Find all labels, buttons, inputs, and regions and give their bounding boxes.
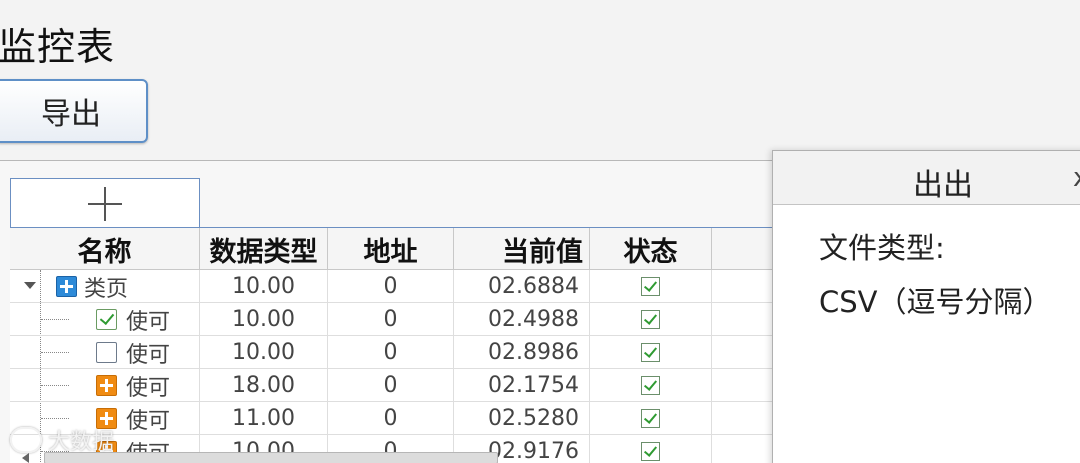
status-check-icon[interactable] [641,409,660,428]
row-address: 0 [328,402,454,435]
table-row[interactable]: 使可 10.00 0 02.4988 0 [10,303,790,336]
tree-branch [41,352,69,353]
folder-plus-icon [56,276,77,297]
tree-branch [41,418,69,419]
export-dialog: 出出 x 文件类型: CSV（逗号分隔） [772,150,1080,463]
check-icon [96,309,117,330]
dialog-title: 出出 [913,168,973,203]
file-type-select[interactable]: CSV（逗号分隔） [819,279,1052,321]
status-check-icon[interactable] [641,442,660,461]
collapse-arrow-icon[interactable] [24,282,36,289]
watermark-text: 大数据 [48,430,115,455]
add-tab-button[interactable] [10,178,200,228]
tree-branch [41,385,69,386]
data-grid: 名称 数据类型 地址 当前值 状态 类页 10.00 0 02.6884 0 使… [10,227,790,463]
watermark-logo-icon [10,427,42,453]
row-name: 使可 [126,408,171,434]
status-check-icon[interactable] [641,343,660,362]
column-header-type[interactable]: 数据类型 [200,228,328,270]
row-value: 02.4988 [454,303,590,336]
empty-box-icon [96,342,117,363]
column-header-address[interactable]: 地址 [328,228,454,270]
row-value: 02.1754 [454,369,590,402]
table-row[interactable]: 使可 18.00 0 02.1754 0 [10,369,790,402]
row-address: 0 [328,303,454,336]
column-header-status[interactable]: 状态 [590,228,712,270]
grid-header: 名称 数据类型 地址 当前值 状态 [10,228,790,270]
status-check-icon[interactable] [641,376,660,395]
file-type-label: 文件类型: [819,231,945,265]
row-value: 02.6884 [454,270,590,303]
row-value: 02.8986 [454,336,590,369]
watermark: 大数据 [10,424,114,456]
table-row[interactable]: 类页 10.00 0 02.6884 0 [10,270,790,303]
row-name: 使可 [126,342,171,368]
row-type: 11.00 [200,402,328,435]
tree-branch [41,319,69,320]
row-type: 10.00 [200,303,328,336]
row-name: 类页 [84,276,129,302]
column-header-value[interactable]: 当前值 [454,228,590,270]
close-icon[interactable]: x [1073,163,1080,193]
row-address: 0 [328,270,454,303]
table-row[interactable]: 使可 10.00 0 02.8986 0 [10,336,790,369]
dialog-header: 出出 x [773,151,1080,205]
status-check-icon[interactable] [641,310,660,329]
export-button[interactable]: 导出 [0,79,148,143]
status-check-icon[interactable] [641,277,660,296]
row-value: 02.5280 [454,402,590,435]
row-name: 使可 [126,375,171,401]
row-name: 使可 [126,309,171,335]
row-type: 18.00 [200,369,328,402]
row-type: 10.00 [200,270,328,303]
orange-plus-icon [96,375,117,396]
row-type: 10.00 [200,336,328,369]
row-address: 0 [328,336,454,369]
plus-icon [88,186,122,221]
table-row[interactable]: 使可 11.00 0 02.5280 0 [10,402,790,435]
row-address: 0 [328,369,454,402]
page-title: 监控表 [0,25,116,69]
column-header-name[interactable]: 名称 [10,228,200,270]
